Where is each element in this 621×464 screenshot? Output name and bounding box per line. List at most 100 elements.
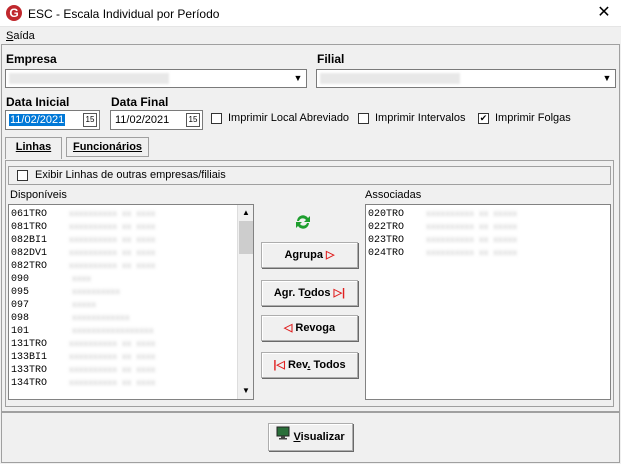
app-icon: G bbox=[6, 5, 22, 21]
empresa-value bbox=[9, 73, 169, 84]
empresa-label: Empresa bbox=[6, 52, 57, 66]
list-item[interactable]: 023TRO xxxxxxxxxx xx xxxxx bbox=[368, 234, 517, 247]
data-inicial-field[interactable]: 11/02/2021 15 bbox=[5, 110, 100, 130]
list-item[interactable]: 082DV1 xxxxxxxxxx xx xxxx bbox=[11, 247, 155, 260]
list-item-code: 131TRO bbox=[11, 339, 48, 350]
list-item[interactable]: 090 xxxx bbox=[11, 273, 91, 286]
tab-linhas[interactable]: Linhas bbox=[5, 137, 62, 159]
list-item[interactable]: 131TRO xxxxxxxxxx xx xxxx bbox=[11, 338, 155, 351]
arrow-right-icon: ▷ bbox=[326, 249, 335, 261]
list-item-code: 082DV1 bbox=[11, 248, 48, 259]
monitor-icon bbox=[276, 424, 290, 450]
list-item[interactable]: 082TRO xxxxxxxxxx xx xxxx bbox=[11, 260, 155, 273]
list-item[interactable]: 134TRO xxxxxxxxxx xx xxxx bbox=[11, 377, 155, 390]
agr-todos-button[interactable]: Agr. Todos ▷| bbox=[261, 280, 358, 306]
list-item[interactable]: 133TRO xxxxxxxxxx xx xxxx bbox=[11, 364, 155, 377]
list-item[interactable]: 061TRO xxxxxxxxxx xx xxxx bbox=[11, 208, 155, 221]
revoga-label-post: a bbox=[329, 322, 336, 334]
list-item[interactable]: 020TRO xxxxxxxxxx xx xxxxx bbox=[368, 208, 517, 221]
scroll-up-icon[interactable]: ▲ bbox=[238, 205, 253, 221]
imprimir-local-label: Imprimir Local Abreviado bbox=[228, 112, 350, 124]
rev-todos-label-pre: Rev bbox=[287, 359, 308, 371]
chevron-down-icon[interactable]: ▼ bbox=[290, 70, 306, 87]
list-item[interactable]: 101 xxxxxxxxxxxxxxxxx bbox=[11, 325, 154, 338]
refresh-icon[interactable] bbox=[293, 212, 313, 232]
calendar-icon[interactable]: 15 bbox=[186, 113, 200, 127]
associadas-list[interactable]: 020TRO xxxxxxxxxx xx xxxxx 022TRO xxxxxxxx… bbox=[365, 204, 611, 400]
revoga-button[interactable]: ◁ Revoga bbox=[261, 315, 358, 341]
list-item-code: 024TRO bbox=[368, 248, 405, 259]
list-item-code: 061TRO bbox=[11, 209, 48, 220]
data-final-field[interactable]: 11/02/2021 15 bbox=[110, 110, 203, 130]
calendar-icon[interactable]: 15 bbox=[83, 113, 97, 127]
list-item[interactable]: 022TRO xxxxxxxxxx xx xxxxx bbox=[368, 221, 517, 234]
list-item[interactable]: 024TRO xxxxxxxxxx xx xxxxx bbox=[368, 247, 517, 260]
list-item[interactable]: 082BI1 xxxxxxxxxx xx xxxx bbox=[11, 234, 155, 247]
agrupa-button[interactable]: Agrupa ▷ bbox=[261, 242, 358, 268]
rev-todos-label-post: Todos bbox=[310, 359, 346, 371]
menu-saida[interactable]: Saída bbox=[6, 30, 35, 42]
list-item[interactable]: 081TRO xxxxxxxxxx xx xxxx bbox=[11, 221, 155, 234]
data-inicial-label: Data Inicial bbox=[6, 95, 70, 109]
disponiveis-label: Disponíveis bbox=[10, 189, 67, 201]
arrow-left-icon: ◁ bbox=[283, 322, 293, 334]
tab-funcionarios[interactable]: Funcionários bbox=[66, 137, 149, 157]
exibir-linhas-checkbox[interactable] bbox=[17, 170, 28, 181]
tab-linhas-label: Linhas bbox=[15, 141, 52, 153]
data-final-value: 11/02/2021 bbox=[115, 114, 170, 126]
scrollbar[interactable]: ▲ ▼ bbox=[237, 205, 253, 399]
list-item-code: 020TRO bbox=[368, 209, 405, 220]
double-arrow-left-icon: |◁ bbox=[273, 359, 285, 371]
menu-saida-label: aída bbox=[13, 30, 35, 42]
scroll-down-icon[interactable]: ▼ bbox=[238, 383, 253, 399]
window-title: ESC - Escala Individual por Período bbox=[28, 7, 220, 21]
imprimir-intervalos-checkbox[interactable] bbox=[358, 113, 369, 124]
imprimir-folgas-checkbox[interactable]: ✔ bbox=[478, 113, 489, 124]
revoga-label-pre: Revo bbox=[295, 322, 323, 334]
revoga-mnemonic: g bbox=[322, 322, 330, 334]
title-bar: G ESC - Escala Individual por Período ✕ bbox=[0, 0, 621, 27]
visualizar-button[interactable]: Visualizar bbox=[268, 423, 353, 451]
scroll-thumb[interactable] bbox=[239, 221, 253, 254]
list-item[interactable]: 095 xxxxxxxxxx bbox=[11, 286, 120, 299]
list-item-code: 133BI1 bbox=[11, 352, 48, 363]
filial-value bbox=[320, 73, 460, 84]
list-item[interactable]: 097 xxxxx bbox=[11, 299, 96, 312]
list-item[interactable]: 133BI1 xxxxxxxxxx xx xxxx bbox=[11, 351, 155, 364]
data-inicial-value: 11/02/2021 bbox=[9, 114, 66, 126]
list-item-code: 082TRO bbox=[11, 261, 48, 272]
double-arrow-right-icon: ▷| bbox=[333, 287, 346, 299]
agr-todos-label-pre: Agr. T bbox=[273, 287, 305, 299]
agr-todos-mnemonic: o bbox=[304, 287, 311, 299]
tab-funcionarios-label: Funcionários bbox=[72, 141, 143, 153]
agr-todos-label-post: dos bbox=[310, 287, 331, 299]
list-item-code: 101 bbox=[11, 326, 30, 337]
list-item-code: 134TRO bbox=[11, 378, 48, 389]
list-item[interactable]: 098 xxxxxxxxxxxx bbox=[11, 312, 130, 325]
data-final-label: Data Final bbox=[111, 95, 169, 109]
agrupa-label: Agrupa bbox=[284, 249, 323, 261]
disponiveis-list[interactable]: 061TRO xxxxxxxxxx xx xxxx 081TRO xxxxxxxxx… bbox=[8, 204, 254, 400]
associadas-label: Associadas bbox=[365, 189, 422, 201]
list-item-code: 133TRO bbox=[11, 365, 48, 376]
close-icon[interactable]: ✕ bbox=[592, 3, 616, 23]
filial-combo[interactable]: ▼ bbox=[316, 69, 616, 88]
list-item-code: 090 bbox=[11, 274, 30, 285]
list-item-code: 081TRO bbox=[11, 222, 48, 233]
imprimir-local-checkbox[interactable] bbox=[211, 113, 222, 124]
list-item-code: 098 bbox=[11, 313, 30, 324]
imprimir-folgas-label: Imprimir Folgas bbox=[495, 112, 571, 124]
visualizar-mnemonic: V bbox=[293, 431, 301, 443]
visualizar-label: isualizar bbox=[300, 431, 345, 443]
chevron-down-icon[interactable]: ▼ bbox=[599, 70, 615, 87]
list-item-code: 082BI1 bbox=[11, 235, 48, 246]
empresa-combo[interactable]: ▼ bbox=[5, 69, 307, 88]
rev-todos-button[interactable]: |◁ Rev. Todos bbox=[261, 352, 358, 378]
list-item-code: 022TRO bbox=[368, 222, 405, 233]
list-item-code: 095 bbox=[11, 287, 30, 298]
exibir-linhas-label: Exibir Linhas de outras empresas/filiais bbox=[35, 169, 226, 181]
menu-bar: Saída bbox=[0, 27, 621, 45]
list-item-code: 097 bbox=[11, 300, 30, 311]
imprimir-intervalos-label: Imprimir Intervalos bbox=[375, 112, 466, 124]
filial-label: Filial bbox=[317, 52, 345, 66]
